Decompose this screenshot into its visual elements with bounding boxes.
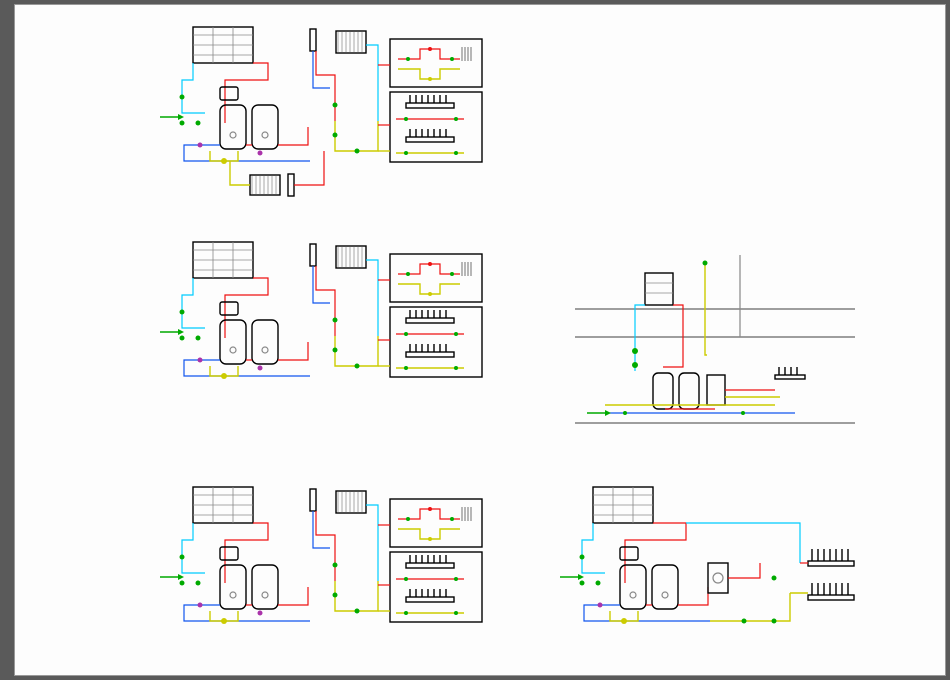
distribution-box-lower bbox=[390, 92, 482, 162]
heating-schematic-4 bbox=[160, 485, 490, 650]
heating-schematic-elevation bbox=[575, 255, 855, 440]
paper-space[interactable] bbox=[14, 4, 946, 676]
controller-unit bbox=[220, 87, 238, 100]
heating-schematic-2 bbox=[160, 240, 490, 405]
solar-collector-array bbox=[193, 27, 253, 63]
storage-tank-2 bbox=[252, 105, 278, 149]
manifold-return bbox=[808, 583, 854, 600]
drawing-viewport bbox=[0, 0, 950, 680]
heating-schematic-1 bbox=[160, 25, 490, 215]
storage-tank-1 bbox=[220, 105, 246, 149]
manifold-supply bbox=[808, 549, 854, 566]
distribution-box-upper bbox=[390, 39, 482, 87]
secondary-condenser bbox=[250, 174, 294, 196]
heat-pump-unit bbox=[310, 29, 366, 53]
heating-schematic-5 bbox=[560, 485, 880, 655]
